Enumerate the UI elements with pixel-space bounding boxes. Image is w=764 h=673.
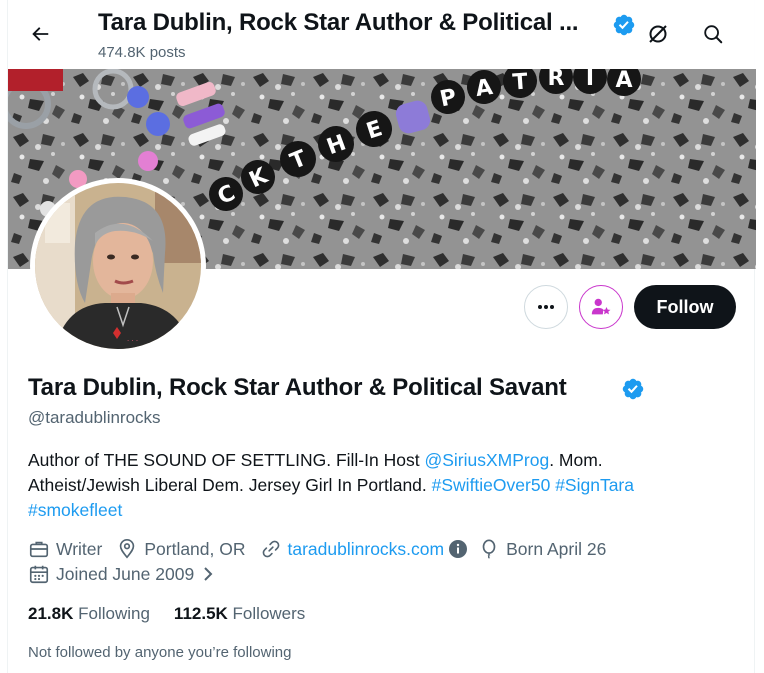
chevron-right-icon (204, 567, 213, 581)
location-text: Portland, OR (144, 538, 246, 559)
top-header: Tara Dublin, Rock Star Author & Politica… (8, 0, 756, 69)
followers-link[interactable]: 112.5K Followers (174, 604, 305, 624)
back-arrow-icon (32, 27, 49, 41)
joined-row: Joined June 2009 (28, 563, 230, 585)
mention-link[interactable]: @SiriusXMProg (424, 450, 549, 470)
more-icon (538, 305, 554, 309)
grok-icon (649, 25, 667, 43)
location-item: Portland, OR (116, 538, 246, 560)
followers-label: Followers (232, 604, 306, 623)
website-link[interactable]: taradublinrocks.com (288, 539, 445, 560)
mutual-followers-note: Not followed by anyone you’re following (28, 644, 292, 661)
follow-button[interactable]: Follow (634, 285, 736, 329)
verified-badge-icon (613, 14, 635, 36)
link-icon (262, 540, 279, 558)
bead-t2: T (512, 70, 529, 96)
user-handle: @taradublinrocks (28, 408, 161, 427)
bead-r: R (548, 69, 565, 91)
display-name: Tara Dublin, Rock Star Author & Politica… (28, 374, 567, 401)
calendar-icon (29, 565, 49, 584)
bead-a2: A (615, 69, 632, 93)
avatar-photo: . . . (35, 183, 201, 349)
follow-stats: 21.8K Following 112.5K Followers (28, 604, 329, 624)
following-link[interactable]: 21.8K Following (28, 604, 150, 624)
profile-meta: Writer Portland, OR taradublinrocks.com (28, 538, 620, 560)
profile-avatar[interactable]: . . . (30, 178, 206, 354)
profession-text: Writer (56, 538, 103, 559)
header-title: Tara Dublin, Rock Star Author & Politica… (98, 9, 579, 36)
briefcase-icon (29, 541, 49, 558)
svg-text:. . .: . . . (127, 335, 138, 343)
bio-text: . Mom. (549, 450, 603, 470)
joined-text: Joined June 2009 (56, 563, 195, 584)
profile-bio: Author of THE SOUND OF SETTLING. Fill-In… (28, 448, 728, 523)
birthday-item: Born April 26 (478, 538, 606, 560)
more-button[interactable] (524, 285, 568, 329)
verified-badge-icon[interactable] (621, 377, 645, 401)
search-button[interactable] (695, 16, 731, 52)
post-count: 474.8K posts (98, 44, 186, 61)
hashtag-link[interactable]: #SwiftieOver50 (432, 475, 551, 495)
subscribe-icon (591, 298, 611, 315)
info-icon[interactable] (448, 539, 468, 559)
bio-text: Author of THE SOUND OF SETTLING. Fill-In… (28, 450, 425, 470)
grok-button[interactable] (640, 16, 676, 52)
hashtag-link[interactable]: #smokefleet (28, 500, 122, 520)
birthday-text: Born April 26 (506, 538, 607, 559)
following-count: 21.8K (28, 604, 74, 623)
search-icon (704, 25, 723, 44)
balloon-icon (482, 539, 496, 559)
subscribe-button[interactable] (579, 285, 623, 329)
profession-item: Writer (28, 538, 102, 560)
bio-text: Atheist/Jewish Liberal Dem. Jersey Girl … (28, 475, 432, 495)
profile-page: Tara Dublin, Rock Star Author & Politica… (7, 0, 756, 673)
hashtag-link[interactable]: #SignTara (555, 475, 634, 495)
bead-a: A (474, 75, 494, 102)
location-icon (120, 539, 135, 559)
website-item: taradublinrocks.com (260, 538, 469, 560)
followers-count: 112.5K (173, 604, 228, 623)
joined-item[interactable]: Joined June 2009 (28, 563, 216, 585)
following-label: Following (78, 604, 150, 623)
back-button[interactable] (22, 16, 58, 52)
bead-i: I (586, 69, 594, 91)
